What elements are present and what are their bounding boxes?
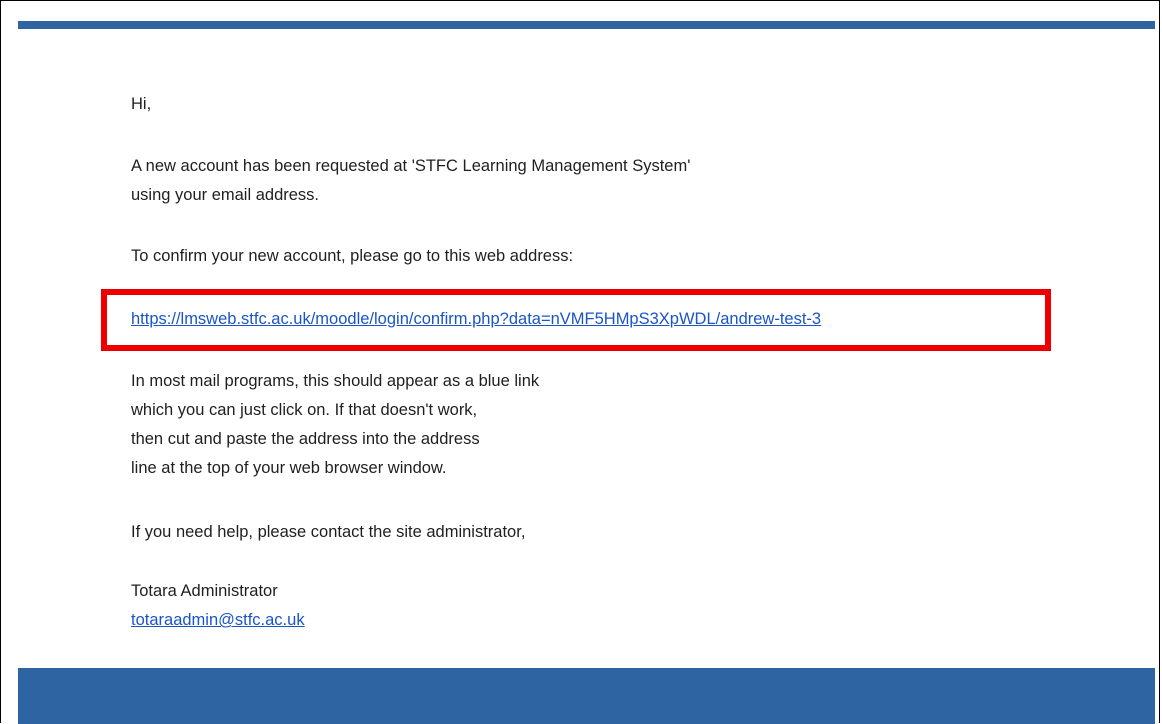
confirm-link-container: https://lmsweb.stfc.ac.uk/moodle/login/c… (131, 305, 821, 334)
confirm-account-link[interactable]: https://lmsweb.stfc.ac.uk/moodle/login/c… (131, 310, 821, 328)
mail-program-paragraph: In most mail programs, this should appea… (131, 367, 539, 483)
intro-paragraph: A new account has been requested at 'STF… (131, 152, 690, 210)
email-footer-bar (18, 668, 1155, 724)
mail-program-line: In most mail programs, this should appea… (131, 372, 540, 390)
confirm-instruction-text: To confirm your new account, please go t… (131, 247, 574, 265)
mail-program-line: which you can just click on. If that doe… (131, 401, 478, 419)
intro-line: A new account has been requested at 'STF… (131, 157, 691, 175)
signature-email-container: totaraadmin@stfc.ac.uk (131, 606, 305, 635)
email-header-bar (18, 21, 1155, 29)
mail-program-line: then cut and paste the address into the … (131, 430, 480, 448)
signature-name: Totara Administrator (131, 582, 278, 600)
help-text: If you need help, please contact the sit… (131, 523, 526, 541)
greeting-text: Hi, (131, 95, 152, 113)
email-frame: Hi, A new account has been requested at … (0, 0, 1160, 724)
signature-block: Totara Administrator totaraadmin@stfc.ac… (131, 577, 305, 635)
signature-email-link[interactable]: totaraadmin@stfc.ac.uk (131, 611, 305, 629)
mail-program-line: line at the top of your web browser wind… (131, 459, 447, 477)
intro-line: using your email address. (131, 186, 320, 204)
